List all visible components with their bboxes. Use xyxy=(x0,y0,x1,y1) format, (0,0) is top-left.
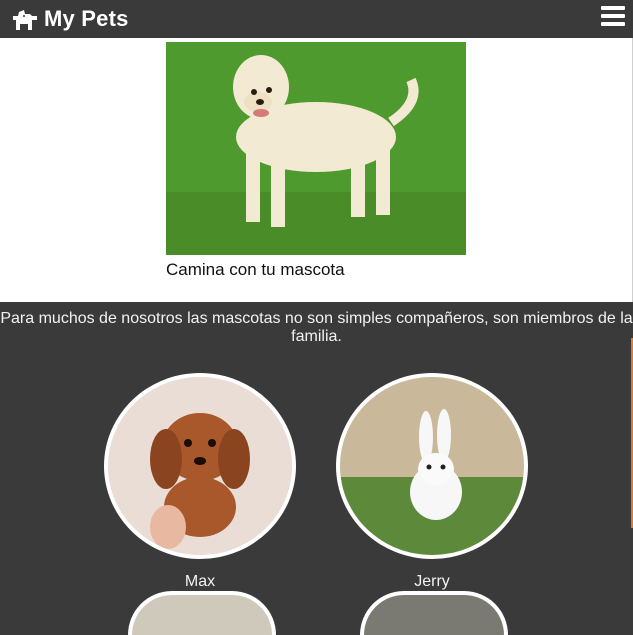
top-navbar: My Pets xyxy=(0,0,633,38)
labrador-dog-photo xyxy=(166,42,466,255)
brand[interactable]: My Pets xyxy=(10,4,129,34)
puppy-dachshund-photo[interactable] xyxy=(104,373,296,559)
pet-photo-partial[interactable] xyxy=(360,591,508,635)
white-rabbit-photo[interactable] xyxy=(336,373,528,559)
hero-caption: Camina con tu mascota xyxy=(166,260,345,279)
pet-name: Max xyxy=(184,573,216,590)
hamburger-menu-icon[interactable] xyxy=(601,6,625,30)
pet-card-max[interactable]: Max xyxy=(104,373,296,591)
pet-card-jerry[interactable]: Jerry xyxy=(336,373,528,591)
dog-icon xyxy=(13,10,37,30)
hero-section: Camina con tu mascota xyxy=(0,38,633,302)
pet-photo-partial[interactable] xyxy=(128,591,276,635)
pet-name: Jerry xyxy=(414,573,450,590)
intro-text: Para muchos de nosotros las mascotas no … xyxy=(0,310,633,345)
app-title: My Pets xyxy=(44,6,129,31)
